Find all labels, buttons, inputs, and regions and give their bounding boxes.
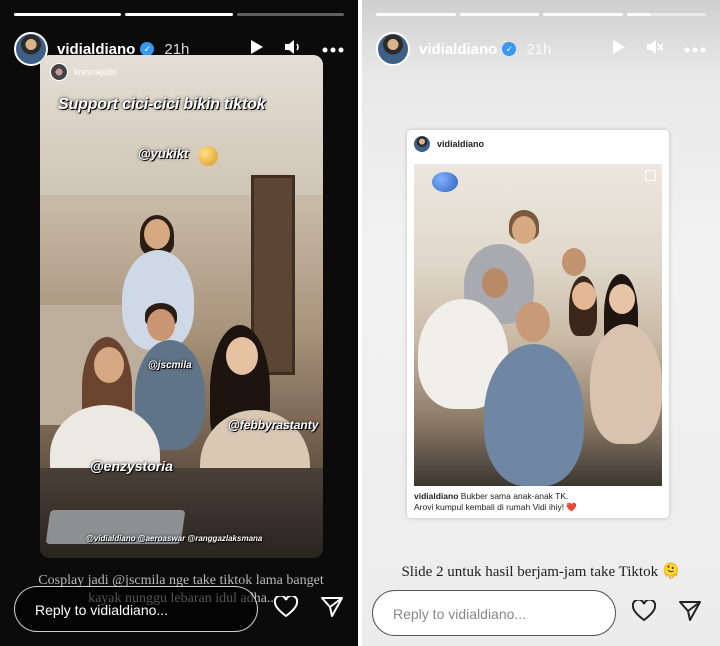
reply-placeholder: Reply to vidialdiano...: [35, 602, 169, 618]
send-icon[interactable]: [678, 600, 702, 627]
progress-segment: [626, 13, 706, 16]
story-panel-right[interactable]: vidialdiano ✓ 21h vidialdiano vidialdian…: [362, 0, 720, 646]
reply-input[interactable]: Reply to vidialdiano...: [372, 590, 616, 636]
story-header: vidialdiano ✓ 21h: [376, 30, 706, 68]
progress-segment: [125, 13, 233, 16]
repost-username: kresnajulio: [74, 67, 118, 77]
reply-input[interactable]: Reply to vidialdiano...: [14, 586, 258, 632]
progress-bar: [376, 13, 706, 16]
avatar: [414, 136, 430, 152]
mention-tag[interactable]: @jscmila: [148, 360, 192, 371]
progress-segment: [376, 13, 456, 16]
planet-sticker: [198, 146, 218, 166]
progress-segment: [14, 13, 122, 16]
mention-tag[interactable]: @enzystoria: [90, 458, 173, 474]
story-caption: Slide 2 untuk hasil berjam-jam take Tikt…: [401, 564, 681, 580]
play-icon[interactable]: [612, 39, 626, 60]
progress-bar: [14, 13, 344, 16]
verified-badge-icon: ✓: [502, 42, 517, 56]
more-icon[interactable]: [322, 40, 344, 58]
reply-placeholder: Reply to vidialdiano...: [393, 606, 527, 622]
caption-username: vidialdiano: [414, 491, 459, 501]
send-icon[interactable]: [320, 596, 344, 623]
progress-segment: [543, 13, 623, 16]
mention-tag[interactable]: @febbyrastanty: [228, 418, 318, 432]
sound-off-icon[interactable]: [646, 39, 664, 60]
caption-line: Arovi kumpul kembali di rumah Vidi ihiy!…: [414, 502, 578, 512]
multi-photo-icon: [645, 170, 656, 181]
avatar[interactable]: [376, 32, 410, 66]
repost-attribution[interactable]: kresnajulio: [50, 63, 117, 81]
planet-sticker: [432, 172, 458, 192]
progress-segment: [459, 13, 539, 16]
heart-icon[interactable]: [273, 594, 299, 623]
post-username: vidialdiano: [437, 139, 485, 149]
verified-badge-icon: ✓: [140, 42, 155, 56]
progress-segment: [236, 13, 344, 16]
mention-tag[interactable]: @vidialdiano @aeroaswar @ranggazlaksmana: [86, 534, 262, 543]
post-photo: [414, 164, 662, 486]
avatar: [50, 63, 68, 81]
story-panel-left[interactable]: vidialdiano ✓ 21h kresnajulio Support ci…: [0, 0, 358, 646]
more-icon[interactable]: [684, 40, 706, 58]
heart-icon[interactable]: [631, 598, 657, 627]
timestamp: 21h: [526, 40, 552, 58]
text-sticker: Support cici-cici bikin tiktok: [58, 96, 266, 113]
username[interactable]: vidialdiano: [419, 41, 497, 58]
shared-post-card[interactable]: vidialdiano vidialdiano Bukber sama anak…: [407, 130, 669, 518]
caption-line: Bukber sama anak-anak TK.: [460, 491, 569, 501]
post-caption: vidialdiano Bukber sama anak-anak TK. Ar…: [414, 491, 662, 513]
story-photo: [40, 55, 323, 558]
mention-tag[interactable]: @yukikt: [138, 146, 188, 161]
